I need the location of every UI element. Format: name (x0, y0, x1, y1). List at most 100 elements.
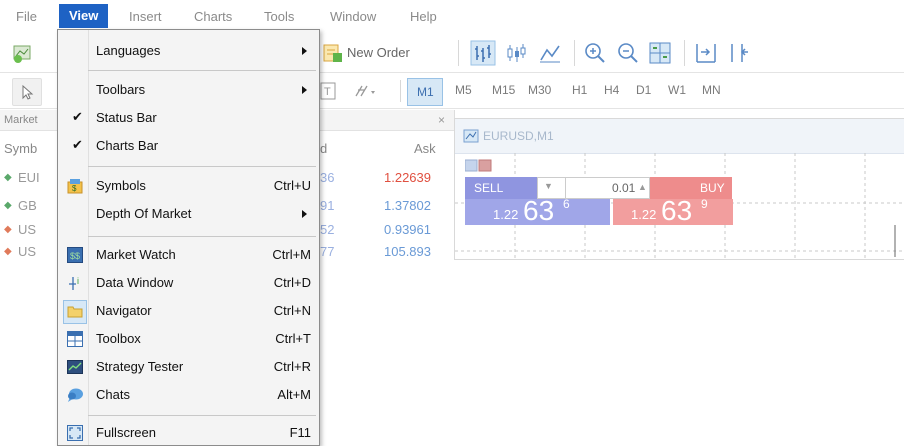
lot-decrease-icon[interactable]: ▼ (544, 181, 553, 191)
ask-cell: 1.37802 (384, 198, 431, 213)
menu-item-toolbox[interactable]: Toolbox Ctrl+T (58, 326, 319, 352)
symbol-cell: GB (18, 198, 37, 213)
menu-charts[interactable]: Charts (190, 8, 236, 26)
menu-bar: File View Insert Charts Tools Window Hel… (0, 0, 904, 30)
menu-item-label: Data Window (96, 275, 174, 290)
bar-chart-icon[interactable] (470, 40, 496, 66)
line-chart-icon[interactable] (537, 40, 563, 66)
text-tool-icon[interactable]: T (318, 78, 344, 104)
one-click-trading-icon[interactable] (464, 159, 495, 173)
zoom-in-icon[interactable] (582, 40, 608, 66)
candlestick-icon[interactable] (503, 40, 529, 66)
menu-item-label: Market Watch (96, 247, 176, 262)
menu-item-label: Chats (96, 387, 130, 402)
toolbar-separator (400, 80, 401, 102)
timeframe-h4-button[interactable]: H4 (604, 83, 619, 97)
menu-item-label: Charts Bar (96, 138, 159, 153)
navigator-icon (67, 303, 83, 319)
timeframe-m15-button[interactable]: M15 (492, 83, 515, 97)
market-watch-icon: $$ (67, 247, 83, 263)
svg-text:$$: $$ (70, 251, 80, 261)
timeframe-mn-button[interactable]: MN (702, 83, 721, 97)
menu-item-label: Languages (96, 43, 161, 58)
chart-window-icon (463, 128, 479, 144)
menu-item-status-bar[interactable]: ✔ Status Bar (58, 105, 319, 131)
menu-item-navigator[interactable]: Navigator Ctrl+N (58, 298, 319, 324)
column-bid-header[interactable]: d (320, 141, 327, 156)
bid-cell: 52 (320, 222, 335, 237)
menu-view[interactable]: View (59, 4, 109, 28)
timeframe-m30-button[interactable]: M30 (528, 83, 551, 97)
toolbar-separator (574, 40, 575, 66)
bid-cell: 91 (320, 198, 335, 213)
menu-item-charts-bar[interactable]: ✔ Charts Bar (58, 133, 319, 159)
new-order-icon[interactable] (320, 40, 346, 66)
bid-cell: 36 (320, 170, 335, 185)
buy-price-big: 63 (661, 195, 693, 226)
timeframe-h1-button[interactable]: H1 (572, 83, 587, 97)
menu-item-shortcut: Ctrl+T (275, 331, 311, 346)
objects-dropdown-icon[interactable] (352, 78, 378, 104)
column-ask-header[interactable]: Ask (414, 141, 436, 156)
buy-label: BUY (700, 181, 725, 195)
new-order-label[interactable]: New Order (347, 45, 410, 60)
new-chart-icon[interactable] (10, 40, 36, 66)
chart-title: EURUSD,M1 (483, 129, 554, 143)
data-window-icon: i (67, 275, 83, 291)
menu-tools[interactable]: Tools (260, 8, 298, 26)
timeframe-d1-button[interactable]: D1 (636, 83, 651, 97)
sell-price[interactable]: 1.22 63 6 (465, 195, 610, 226)
sell-price-sup: 6 (563, 197, 570, 211)
market-watch-close-icon[interactable]: × (438, 113, 445, 127)
ask-cell: 105.893 (384, 244, 431, 258)
menu-item-chats[interactable]: Chats Alt+M (58, 382, 319, 408)
symbol-cell: US (18, 244, 37, 258)
lot-increase-icon[interactable]: ▲ (638, 182, 647, 192)
menu-item-market-watch[interactable]: $$ Market Watch Ctrl+M (58, 242, 319, 268)
view-menu-dropdown: Languages Toolbars ✔ Status Bar ✔ Charts… (57, 29, 320, 446)
menu-item-shortcut: F11 (289, 425, 311, 440)
menu-help[interactable]: Help (406, 8, 441, 26)
menu-item-fullscreen[interactable]: Fullscreen F11 (58, 420, 319, 446)
menu-file[interactable]: File (12, 8, 41, 26)
menu-item-languages[interactable]: Languages (58, 38, 319, 64)
menu-item-data-window[interactable]: i Data Window Ctrl+D (58, 270, 319, 296)
menu-item-label: Toolbox (96, 331, 141, 346)
bid-cell: 77 (320, 244, 335, 258)
lot-size-field[interactable]: 0.01 ▲ (565, 177, 650, 199)
cursor-icon[interactable] (12, 78, 42, 106)
fullscreen-icon (67, 425, 83, 441)
arrow-up-icon: ◆ (4, 172, 12, 183)
chart-shift-icon[interactable] (693, 40, 719, 66)
menu-item-symbols[interactable]: $ Symbols Ctrl+U (58, 173, 319, 199)
lot-size-value: 0.01 (612, 181, 636, 195)
symbols-icon: $ (67, 178, 83, 194)
column-symbol-header[interactable]: Symb (4, 141, 37, 156)
menu-item-toolbars[interactable]: Toolbars (58, 77, 319, 103)
menu-separator (88, 70, 316, 71)
menu-item-shortcut: Ctrl+D (273, 275, 311, 290)
menu-item-label: Symbols (96, 178, 146, 193)
market-watch-title: Market (4, 114, 38, 126)
menu-item-label: Navigator (96, 303, 152, 318)
timeframe-m1-button[interactable]: M1 (407, 78, 443, 106)
menu-separator (88, 166, 316, 167)
timeframe-w1-button[interactable]: W1 (668, 83, 686, 97)
auto-scroll-icon[interactable] (726, 40, 752, 66)
menu-separator (88, 236, 316, 237)
menu-item-depth-of-market[interactable]: Depth Of Market (58, 201, 319, 227)
tile-windows-icon[interactable] (647, 40, 673, 66)
zoom-out-icon[interactable] (615, 40, 641, 66)
timeframe-m5-button[interactable]: M5 (455, 83, 472, 97)
buy-price[interactable]: 1.22 63 9 (613, 195, 733, 226)
menu-window[interactable]: Window (326, 8, 380, 26)
toolbar-separator (684, 40, 685, 66)
menu-item-shortcut: Ctrl+N (273, 303, 311, 318)
symbol-cell: US (18, 222, 37, 237)
ask-cell: 1.22639 (384, 170, 431, 185)
sell-label: SELL (474, 181, 504, 195)
toolbox-icon (67, 331, 83, 347)
menu-insert[interactable]: Insert (125, 8, 166, 26)
chats-icon (67, 387, 83, 403)
menu-item-strategy-tester[interactable]: Strategy Tester Ctrl+R (58, 354, 319, 380)
